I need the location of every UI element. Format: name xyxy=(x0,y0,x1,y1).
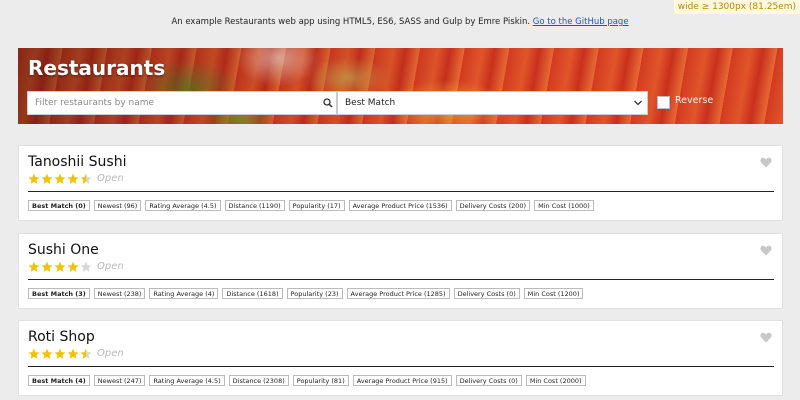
sort-values-row: Best Match (0) Newest (96) Rating Average … xyxy=(28,200,594,211)
rating-stars xyxy=(28,261,92,275)
card-divider xyxy=(28,366,774,367)
favorite-heart-icon[interactable] xyxy=(760,245,772,256)
sort-select[interactable]: Best Match xyxy=(337,91,648,115)
reverse-checkbox[interactable] xyxy=(657,96,670,109)
card-divider xyxy=(28,191,774,192)
intro-description: An example Restaurants web app using HTM… xyxy=(171,17,533,27)
sort-values-row: Best Match (3) Newest (238) Rating Average… xyxy=(28,288,584,299)
sort-value-chip: Average Product Price (1285) xyxy=(346,288,450,299)
github-link[interactable]: Go to the GitHub page xyxy=(533,17,629,27)
sort-value-chip-active: Best Match (3) xyxy=(28,288,90,299)
star-icon xyxy=(67,173,79,184)
chevron-down-icon xyxy=(634,100,642,106)
sort-value-chip: Newest (238) xyxy=(93,288,146,299)
page-title: Restaurants xyxy=(28,56,166,80)
sort-value-chip: Popularity (23) xyxy=(286,288,343,299)
intro-text: An example Restaurants web app using HTM… xyxy=(0,17,800,27)
star-icon xyxy=(41,173,53,184)
rating-stars xyxy=(28,348,92,362)
sort-value-chip: Rating Average (4.5) xyxy=(149,375,225,386)
star-icon xyxy=(41,261,53,272)
sort-value-chip-active: Best Match (4) xyxy=(28,375,90,386)
search-icon xyxy=(323,98,333,108)
sort-value-chip-active: Best Match (0) xyxy=(28,200,90,211)
star-icon xyxy=(54,261,66,272)
sort-value-chip: Popularity (81) xyxy=(292,375,349,386)
rating-stars xyxy=(28,173,92,187)
breakpoint-badge: wide ≥ 1300px (81.25em) xyxy=(673,0,800,14)
restaurant-card: Sushi One Open Best Match (3) Newest (238) R… xyxy=(18,233,783,309)
sort-value-chip: Average Product Price (915) xyxy=(352,375,452,386)
sort-value-chip: Newest (96) xyxy=(93,200,142,211)
star-icon xyxy=(54,173,66,184)
sort-value-chip: Distance (2308) xyxy=(228,375,289,386)
star-icon xyxy=(28,261,40,272)
card-divider xyxy=(28,279,774,280)
sort-value-chip: Rating Average (4.5) xyxy=(145,200,221,211)
star-icon xyxy=(80,348,92,359)
sort-value-chip: Delivery Costs (0) xyxy=(455,375,522,386)
star-icon xyxy=(41,348,53,359)
open-status: Open xyxy=(97,348,124,359)
star-icon xyxy=(67,348,79,359)
star-icon xyxy=(28,348,40,359)
sort-value-chip: Min Cost (1000) xyxy=(534,200,594,211)
open-status: Open xyxy=(97,173,124,184)
sort-value-chip: Average Product Price (1536) xyxy=(348,200,452,211)
favorite-heart-icon[interactable] xyxy=(760,157,772,168)
reverse-label[interactable]: Reverse xyxy=(675,95,713,106)
sort-value-chip: Distance (1618) xyxy=(222,288,283,299)
restaurant-name: Tanoshii Sushi xyxy=(28,154,127,170)
sort-value-chip: Delivery Costs (200) xyxy=(455,200,531,211)
restaurant-card: Roti Shop Open Best Match (4) Newest (247) R… xyxy=(18,320,783,396)
sort-value-chip: Min Cost (2000) xyxy=(525,375,586,386)
filter-input[interactable] xyxy=(27,91,337,115)
header-banner: Restaurants Best Match Reverse xyxy=(18,48,783,124)
sort-value-chip: Min Cost (1200) xyxy=(523,288,584,299)
restaurant-card: Tanoshii Sushi Open Best Match (0) Newest (… xyxy=(18,145,783,221)
favorite-heart-icon[interactable] xyxy=(760,332,772,343)
sort-value-chip: Distance (1190) xyxy=(224,200,285,211)
star-icon xyxy=(28,173,40,184)
star-icon xyxy=(80,261,92,272)
sort-values-row: Best Match (4) Newest (247) Rating Average… xyxy=(28,375,586,386)
open-status: Open xyxy=(97,261,124,272)
star-icon xyxy=(54,348,66,359)
star-icon xyxy=(67,261,79,272)
star-icon xyxy=(80,173,92,184)
restaurant-name: Roti Shop xyxy=(28,329,95,345)
sort-value-chip: Delivery Costs (0) xyxy=(453,288,520,299)
sort-value-chip: Rating Average (4) xyxy=(149,288,219,299)
restaurant-name: Sushi One xyxy=(28,242,99,258)
sort-value-chip: Popularity (17) xyxy=(288,200,345,211)
sort-value-chip: Newest (247) xyxy=(93,375,146,386)
